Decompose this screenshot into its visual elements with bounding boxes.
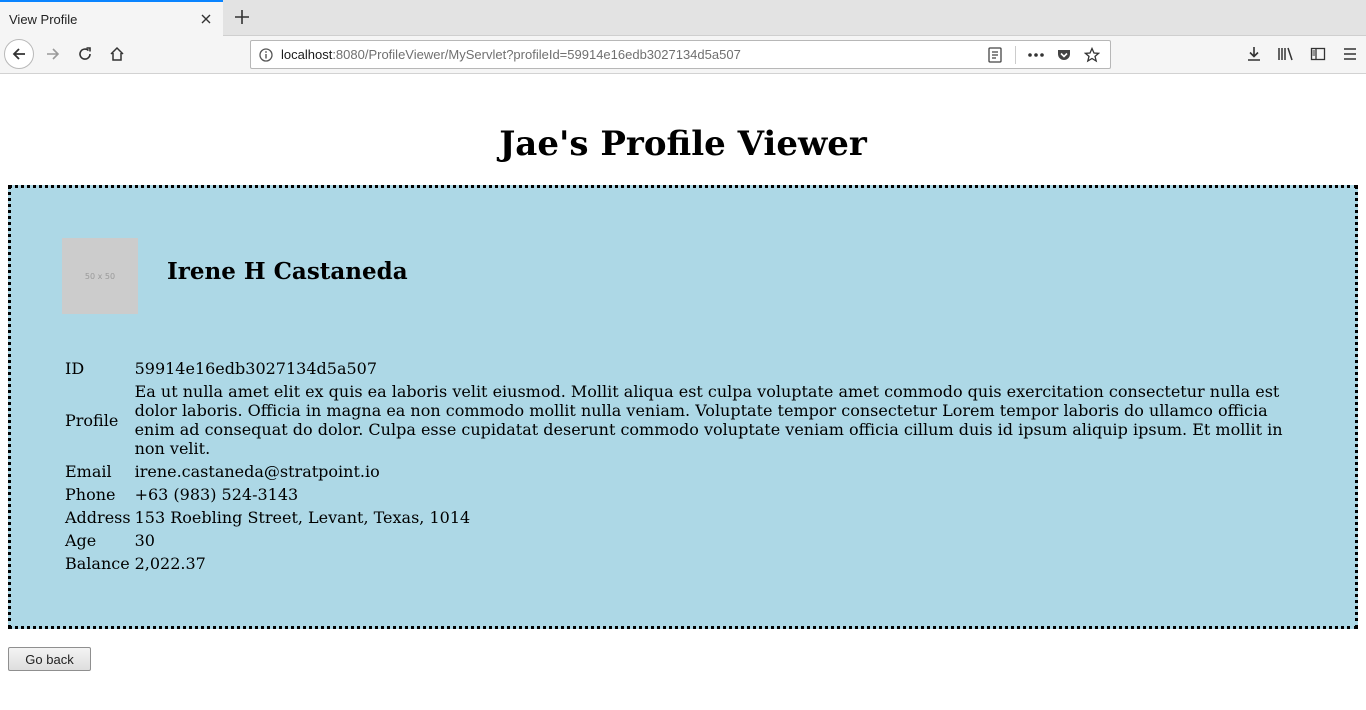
email-label: Email xyxy=(65,462,112,481)
profile-card: 50 x 50 Irene H Castaneda ID 59914e16edb… xyxy=(8,185,1358,629)
address-value: 153 Roebling Street, Levant, Texas, 1014 xyxy=(134,508,471,527)
tab-view-profile[interactable]: View Profile xyxy=(0,0,223,36)
table-row: Balance 2,022.37 xyxy=(64,553,1305,574)
profile-name: Irene H Castaneda xyxy=(167,258,408,285)
back-button[interactable] xyxy=(4,39,34,69)
age-label: Age xyxy=(65,531,97,550)
url-separator xyxy=(1015,45,1016,64)
tab-title: View Profile xyxy=(9,11,78,27)
forward-arrow-icon xyxy=(47,48,60,60)
table-row: Age 30 xyxy=(64,530,1305,551)
avatar: 50 x 50 xyxy=(62,238,138,314)
table-row: ID 59914e16edb3027134d5a507 xyxy=(64,358,1305,379)
phone-value: +63 (983) 524-3143 xyxy=(134,485,299,504)
url-path: :8080/ProfileViewer/MyServlet?profileId=… xyxy=(332,47,741,62)
navigation-toolbar: localhost:8080/ProfileViewer/MyServlet?p… xyxy=(0,36,1366,74)
library-icon[interactable] xyxy=(1270,39,1302,69)
info-icon[interactable] xyxy=(251,47,281,62)
address-bar[interactable]: localhost:8080/ProfileViewer/MyServlet?p… xyxy=(250,40,1111,69)
profile-value: Ea ut nulla amet elit ex quis ea laboris… xyxy=(134,382,1283,458)
id-label: ID xyxy=(65,359,85,378)
profile-details-table: ID 59914e16edb3027134d5a507 Profile Ea u… xyxy=(62,356,1307,576)
url-text[interactable]: localhost:8080/ProfileViewer/MyServlet?p… xyxy=(281,47,981,62)
tab-strip: View Profile xyxy=(0,0,1366,36)
address-label: Address xyxy=(65,508,131,527)
table-row: Address 153 Roebling Street, Levant, Tex… xyxy=(64,507,1305,528)
home-button[interactable] xyxy=(102,39,132,69)
close-tab-icon[interactable] xyxy=(198,11,214,27)
sidebar-icon[interactable] xyxy=(1302,39,1334,69)
bookmark-star-icon[interactable] xyxy=(1078,43,1106,67)
reader-view-icon[interactable] xyxy=(981,43,1009,67)
pocket-icon[interactable] xyxy=(1050,43,1078,67)
avatar-placeholder-text: 50 x 50 xyxy=(84,271,116,281)
home-icon xyxy=(110,46,124,61)
reload-button[interactable] xyxy=(70,39,100,69)
id-value: 59914e16edb3027134d5a507 xyxy=(134,359,378,378)
table-row: Profile Ea ut nulla amet elit ex quis ea… xyxy=(64,381,1305,459)
forward-button[interactable] xyxy=(38,39,68,69)
url-host: localhost xyxy=(281,47,333,62)
page-title: Jae's Profile Viewer xyxy=(499,124,867,164)
new-tab-icon[interactable] xyxy=(231,6,253,28)
go-back-button[interactable]: Go back xyxy=(8,647,91,671)
table-row: Phone +63 (983) 524-3143 xyxy=(64,484,1305,505)
balance-value: 2,022.37 xyxy=(134,554,206,573)
balance-label: Balance xyxy=(65,554,130,573)
page-actions-icon[interactable] xyxy=(1022,43,1050,67)
table-row: Email irene.castaneda@stratpoint.io xyxy=(64,461,1305,482)
email-value: irene.castaneda@stratpoint.io xyxy=(134,462,380,481)
downloads-icon[interactable] xyxy=(1238,39,1270,69)
age-value: 30 xyxy=(134,531,155,550)
menu-icon[interactable] xyxy=(1334,39,1366,69)
reload-icon xyxy=(79,47,91,60)
profile-label: Profile xyxy=(65,410,119,430)
phone-label: Phone xyxy=(65,485,116,504)
back-arrow-icon xyxy=(4,39,34,69)
